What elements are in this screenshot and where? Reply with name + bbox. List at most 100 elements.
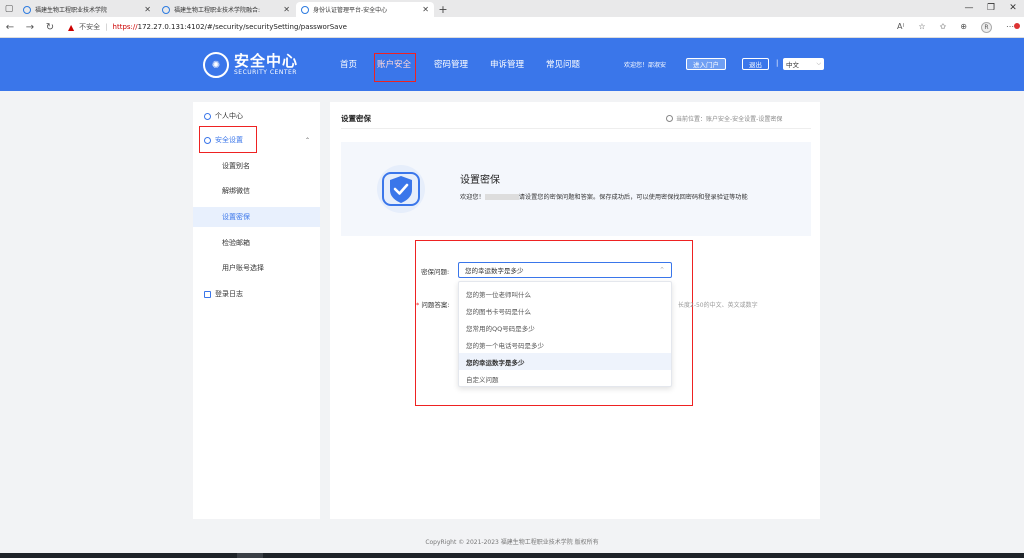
location-icon xyxy=(666,115,673,122)
tab-actions-icon[interactable]: ▢ xyxy=(0,0,18,17)
close-window-icon[interactable]: ✕ xyxy=(1002,0,1024,16)
chevron-down-icon: ⌵ xyxy=(816,60,821,67)
nav-appeal-management[interactable]: 申诉管理 xyxy=(490,58,524,70)
insecure-label: 不安全 xyxy=(79,23,101,31)
sidebar-item-account-select[interactable]: 用户账号选择 xyxy=(193,258,320,278)
site-favicon-icon xyxy=(23,5,31,14)
banner-description: 欢迎您！ 请设置您的密保问题和答案。保存成功后，可以使用密保找回密码和登录验证等功… xyxy=(460,192,790,203)
banner-greeting: 欢迎您！ xyxy=(460,194,485,201)
sidebar-item-label: 解绑微信 xyxy=(222,187,250,195)
collections-icon[interactable]: ⊕ xyxy=(960,22,967,33)
forward-icon[interactable]: → xyxy=(20,22,40,33)
refresh-icon[interactable]: ↻ xyxy=(40,22,60,33)
question-value: 您的幸运数字是多少 xyxy=(465,267,524,275)
favorite-add-icon[interactable]: ☆ xyxy=(918,22,925,33)
breadcrumb-text: 当前位置：账户安全-安全设置-设置密保 xyxy=(676,116,783,123)
sidebar-item-label: 个人中心 xyxy=(215,112,243,120)
question-dropdown: 您的第一位老师叫什么 您的图书卡号码是什么 您常用的QQ号码是多少 您的第一个电… xyxy=(458,281,672,387)
dropdown-option[interactable]: 您的第一个电话号码是多少 xyxy=(459,336,671,353)
url-separator: | xyxy=(105,23,108,31)
sidebar-item-set-alias[interactable]: 设置别名 xyxy=(193,156,320,176)
minimize-icon[interactable]: — xyxy=(958,0,980,16)
shield-check-icon xyxy=(377,165,425,213)
browser-tab-bar: ▢ 福建生物工程职业技术学院 ✕ 福建生物工程职业技术学院融合: ✕ 身份认证管… xyxy=(0,0,1024,17)
question-label: 密保问题: xyxy=(421,268,450,276)
site-favicon-icon xyxy=(162,5,170,14)
chevron-up-icon: ⌃ xyxy=(659,266,665,274)
window-controls: — ❐ ✕ xyxy=(958,0,1024,16)
language-select[interactable]: 中文 ⌵ xyxy=(783,58,824,70)
nav-faq[interactable]: 常见问题 xyxy=(546,58,580,70)
logo-title: 安全中心 xyxy=(234,51,299,70)
sidebar-item-label: 设置密保 xyxy=(222,213,250,221)
logout-button[interactable]: 退出 xyxy=(742,58,769,70)
redacted-name xyxy=(484,194,519,200)
security-question-select[interactable]: 您的幸运数字是多少 ⌃ xyxy=(458,262,672,278)
sidebar-item-label: 设置别名 xyxy=(222,162,250,170)
required-mark: * xyxy=(416,301,420,309)
url-field[interactable]: ▲ 不安全 | https://172.27.0.131:4102/#/secu… xyxy=(68,22,897,32)
profile-icon[interactable]: R xyxy=(981,21,992,33)
answer-label-text: 问题答案: xyxy=(421,301,450,309)
close-tab-icon[interactable]: ✕ xyxy=(144,5,151,14)
favorites-icon[interactable]: ✩ xyxy=(940,22,947,33)
sidebar-item-unbind-wechat[interactable]: 解绑微信 xyxy=(193,181,320,201)
user-icon xyxy=(204,112,211,120)
dropdown-option[interactable]: 您的图书卡号码是什么 xyxy=(459,302,671,319)
dropdown-option[interactable]: 自定义问题 xyxy=(459,370,671,387)
sidebar-item-label: 用户账号选择 xyxy=(222,264,264,272)
sidebar-item-personal-center[interactable]: 个人中心 xyxy=(193,106,320,126)
breadcrumb: 当前位置：账户安全-安全设置-设置密保 xyxy=(666,114,782,123)
site-favicon-icon xyxy=(301,5,309,14)
title-divider xyxy=(341,128,811,129)
os-taskbar xyxy=(0,553,1024,558)
sidebar-item-verify-email[interactable]: 检验邮箱 xyxy=(193,233,320,253)
tab-title: 身份认证管理平台-安全中心 xyxy=(313,7,388,14)
browser-tab-1[interactable]: 福建生物工程职业技术学院 ✕ xyxy=(18,2,156,17)
nav-account-security[interactable]: 账户安全 xyxy=(377,58,411,70)
browser-toolbar: A⁾ ☆ ✩ ⊕ R ⋯ xyxy=(897,21,1020,33)
dropdown-option[interactable]: 您常用的QQ号码是多少 xyxy=(459,319,671,336)
chevron-up-icon: ⌃ xyxy=(304,136,310,144)
close-tab-icon[interactable]: ✕ xyxy=(283,5,290,14)
tab-title: 福建生物工程职业技术学院融合: xyxy=(174,7,261,14)
answer-hint: 长度2-50的中文、英文或数字 xyxy=(678,302,758,309)
notification-badge xyxy=(1014,22,1020,29)
welcome-text: 欢迎您！邵淑安 xyxy=(624,62,667,69)
nav-home[interactable]: 首页 xyxy=(340,58,357,70)
language-value: 中文 xyxy=(786,61,799,69)
sidebar-item-label: 检验邮箱 xyxy=(222,239,250,247)
banner-title: 设置密保 xyxy=(460,175,500,186)
annotation-box-sidebar xyxy=(199,126,257,153)
new-tab-button[interactable]: + xyxy=(435,2,451,17)
close-tab-icon[interactable]: ✕ xyxy=(422,5,429,14)
logo-subtitle: SECURITY CENTER xyxy=(234,68,297,76)
banner-text: 请设置您的密保问题和答案。保存成功后，可以使用密保找回密码和登录验证等功能 xyxy=(518,194,748,201)
restore-icon[interactable]: ❐ xyxy=(980,0,1002,16)
site-logo[interactable]: ✺ 安全中心 SECURITY CENTER xyxy=(203,52,298,78)
browser-tab-2[interactable]: 福建生物工程职业技术学院融合: ✕ xyxy=(157,2,295,17)
warning-icon: ▲ xyxy=(68,22,75,32)
nav-password-management[interactable]: 密码管理 xyxy=(434,58,468,70)
dropdown-option-selected[interactable]: 您的幸运数字是多少 xyxy=(459,353,671,370)
page-title: 设置密保 xyxy=(341,114,371,123)
sidebar-item-set-security-question[interactable]: 设置密保 xyxy=(193,207,320,227)
sidebar-item-login-log[interactable]: 登录日志 xyxy=(193,284,320,304)
taskbar-item[interactable] xyxy=(237,553,263,558)
dropdown-option[interactable]: 您的第一位老师叫什么 xyxy=(459,285,671,302)
address-bar: ← → ↻ ▲ 不安全 | https://172.27.0.131:4102/… xyxy=(0,17,1024,38)
url-text: 172.27.0.131:4102/#/security/securitySet… xyxy=(137,23,347,31)
tab-title: 福建生物工程职业技术学院 xyxy=(35,7,108,14)
url-scheme: https:// xyxy=(112,23,138,31)
school-seal-icon: ✺ xyxy=(203,52,229,78)
document-icon xyxy=(204,290,211,298)
read-aloud-icon[interactable]: A⁾ xyxy=(897,22,904,33)
back-icon[interactable]: ← xyxy=(0,22,20,33)
answer-label: * 问题答案: xyxy=(416,299,450,309)
sidebar-item-label: 登录日志 xyxy=(215,290,243,298)
footer-copyright: CopyRight © 2021-2023 福建生物工程职业技术学院 版权所有 xyxy=(425,539,599,546)
sidebar: 个人中心 安全设置 ⌃ 设置别名 解绑微信 设置密保 检验邮箱 用户账号选择 登… xyxy=(193,102,320,519)
more-menu-icon[interactable]: ⋯ xyxy=(1006,22,1020,33)
enter-portal-button[interactable]: 进入门户 xyxy=(686,58,726,70)
browser-tab-3[interactable]: 身份认证管理平台-安全中心 ✕ xyxy=(296,2,434,17)
